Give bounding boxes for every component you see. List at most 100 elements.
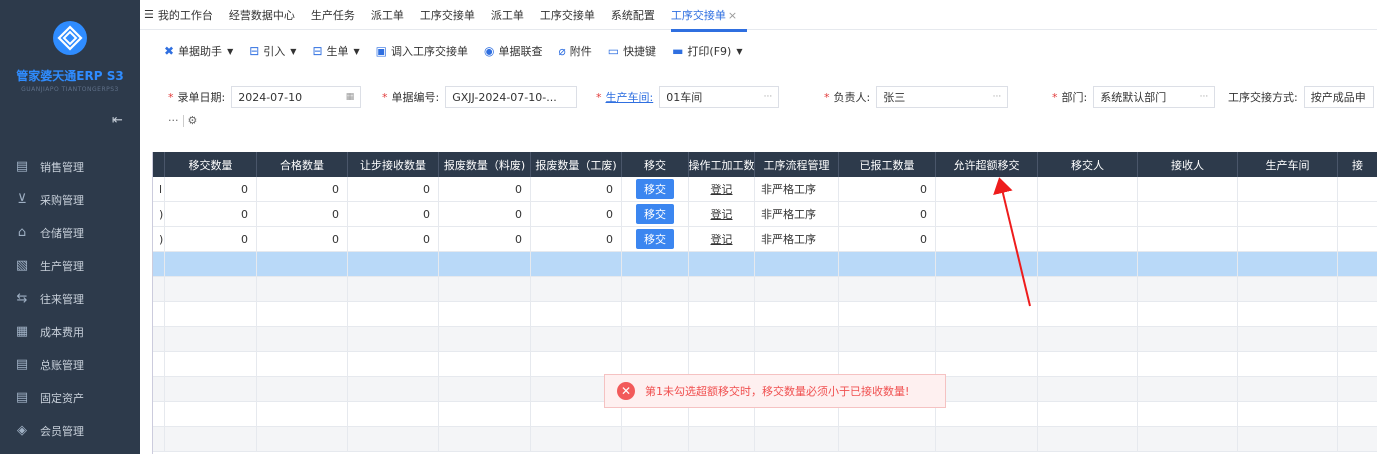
table-cell[interactable] [439, 327, 531, 351]
column-header[interactable]: 报废数量（工废) [531, 152, 622, 177]
table-cell[interactable] [257, 427, 348, 451]
table-cell[interactable] [348, 277, 439, 301]
table-cell[interactable] [531, 352, 622, 376]
table-cell[interactable] [153, 252, 165, 276]
sidebar-item-purchase[interactable]: ⊻ 采购管理 [0, 183, 140, 216]
table-cell[interactable] [1238, 177, 1338, 201]
table-cell[interactable]: 登记 [689, 177, 755, 201]
table-cell[interactable] [936, 327, 1038, 351]
table-cell[interactable] [1238, 252, 1338, 276]
table-cell[interactable] [439, 377, 531, 401]
table-cell[interactable] [839, 352, 936, 376]
table-cell[interactable] [531, 302, 622, 326]
table-cell[interactable] [1038, 352, 1138, 376]
table-cell[interactable] [936, 227, 1038, 251]
table-cell[interactable] [839, 327, 936, 351]
table-cell[interactable] [755, 252, 839, 276]
table-cell[interactable]: 移交 [622, 202, 689, 226]
register-link[interactable]: 登记 [711, 181, 733, 197]
table-cell[interactable] [439, 352, 531, 376]
table-cell[interactable] [936, 402, 1038, 426]
table-cell[interactable] [755, 302, 839, 326]
table-cell[interactable] [1138, 302, 1238, 326]
table-cell[interactable] [1038, 252, 1138, 276]
table-cell[interactable]: 移交 [622, 227, 689, 251]
table-cell[interactable] [257, 352, 348, 376]
table-cell[interactable] [439, 252, 531, 276]
table-cell[interactable] [348, 352, 439, 376]
collapse-menu-icon[interactable]: ⇤ [112, 114, 126, 128]
table-cell[interactable] [1038, 327, 1138, 351]
column-header[interactable]: 移交 [622, 152, 689, 177]
close-icon[interactable]: × [728, 9, 737, 22]
table-cell[interactable] [1338, 177, 1377, 201]
tab-system-config[interactable]: 系统配置 [611, 7, 655, 23]
table-cell[interactable] [165, 352, 257, 376]
hotkey-button[interactable]: ▭ 快捷键 [608, 43, 656, 59]
table-cell[interactable] [622, 352, 689, 376]
column-header[interactable]: 合格数量 [257, 152, 348, 177]
table-cell[interactable] [257, 302, 348, 326]
print-button[interactable]: ▬ 打印(F9) ▼ [672, 43, 742, 59]
table-cell[interactable] [839, 302, 936, 326]
table-cell[interactable] [1138, 177, 1238, 201]
table-cell[interactable] [689, 327, 755, 351]
table-cell[interactable]: 0 [439, 227, 531, 251]
table-cell[interactable] [1238, 427, 1338, 451]
sidebar-item-members[interactable]: ◈ 会员管理 [0, 414, 140, 447]
table-cell[interactable]: 0 [165, 227, 257, 251]
table-cell[interactable] [1238, 202, 1338, 226]
tab-handover[interactable]: 工序交接单 [420, 7, 475, 23]
table-cell[interactable] [348, 402, 439, 426]
load-handover-button[interactable]: ▣ 调入工序交接单 [376, 43, 468, 59]
table-cell[interactable] [1038, 402, 1138, 426]
table-cell[interactable] [1138, 252, 1238, 276]
table-row[interactable]: ) 0 0 0 0 0 移交 登记 非严格工序 0 [153, 202, 1377, 227]
table-cell[interactable] [348, 252, 439, 276]
column-header[interactable]: 允许超额移交 [936, 152, 1038, 177]
table-cell[interactable] [1138, 352, 1238, 376]
table-cell[interactable] [1338, 252, 1377, 276]
query-button[interactable]: ◉ 单据联查 [484, 43, 542, 59]
table-cell[interactable] [1238, 277, 1338, 301]
table-cell[interactable] [257, 402, 348, 426]
tab-data-center[interactable]: 经营数据中心 [229, 7, 295, 23]
table-cell[interactable]: 0 [165, 202, 257, 226]
column-header[interactable]: 接收人 [1138, 152, 1238, 177]
sidebar-item-warehouse[interactable]: ⌂ 仓储管理 [0, 216, 140, 249]
table-cell[interactable]: 0 [348, 202, 439, 226]
table-cell[interactable] [153, 277, 165, 301]
table-cell[interactable] [689, 277, 755, 301]
table-cell[interactable] [439, 402, 531, 426]
table-cell[interactable] [1038, 202, 1138, 226]
sidebar-item-production[interactable]: ▧ 生产管理 [0, 249, 140, 282]
settings-icon[interactable]: ⚙ [188, 114, 198, 127]
table-cell[interactable] [1138, 377, 1238, 401]
table-cell[interactable] [531, 327, 622, 351]
table-cell[interactable] [153, 377, 165, 401]
table-cell[interactable] [755, 327, 839, 351]
table-cell[interactable] [1138, 402, 1238, 426]
table-cell[interactable] [936, 377, 1038, 401]
table-cell[interactable] [1338, 352, 1377, 376]
table-cell[interactable] [153, 352, 165, 376]
table-cell[interactable] [1238, 327, 1338, 351]
table-cell[interactable] [1038, 177, 1138, 201]
table-cell[interactable] [348, 427, 439, 451]
table-cell[interactable]: 0 [348, 177, 439, 201]
table-cell[interactable] [153, 327, 165, 351]
table-cell[interactable] [839, 427, 936, 451]
table-cell[interactable] [936, 302, 1038, 326]
table-cell[interactable] [1138, 427, 1238, 451]
table-cell[interactable]: 0 [839, 177, 936, 201]
sidebar-item-cost[interactable]: ▦ 成本费用 [0, 315, 140, 348]
table-cell[interactable] [1338, 427, 1377, 451]
dept-input[interactable]: 系统默认部门 ··· [1093, 86, 1216, 108]
table-cell[interactable]: 0 [257, 227, 348, 251]
table-cell[interactable]: 非严格工序 [755, 202, 839, 226]
table-cell[interactable] [689, 252, 755, 276]
table-cell[interactable] [531, 427, 622, 451]
table-cell[interactable]: 0 [839, 227, 936, 251]
table-cell[interactable] [1338, 202, 1377, 226]
table-cell[interactable] [1238, 377, 1338, 401]
